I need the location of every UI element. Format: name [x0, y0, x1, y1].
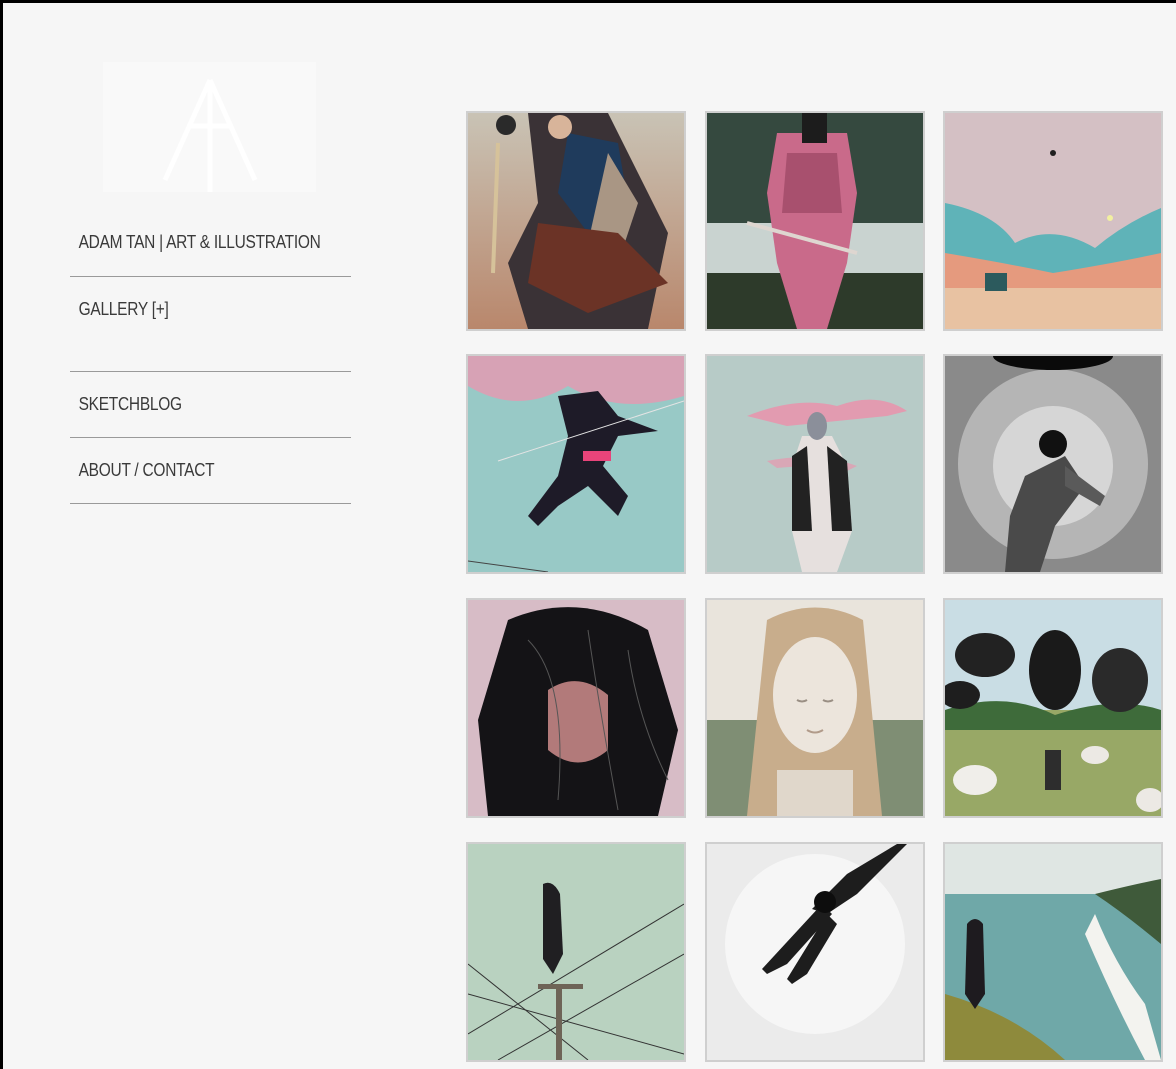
gallery-tile-dark-figure[interactable] — [943, 354, 1163, 574]
statue-face-painting — [707, 600, 923, 816]
gallery-tile-statue-face[interactable] — [705, 598, 925, 818]
nav-sketchblog-link[interactable]: SKETCHBLOG — [70, 394, 312, 415]
nav-divider — [70, 503, 351, 504]
site-logo[interactable] — [103, 62, 316, 192]
triangle-arrow-logo-icon — [162, 78, 258, 192]
dark-figure-painting — [945, 356, 1161, 572]
nav-home-link[interactable]: ADAM TAN | ART & ILLUSTRATION — [70, 232, 321, 253]
nav-divider — [70, 437, 351, 438]
nav-gallery-link[interactable]: GALLERY [+] — [70, 299, 312, 320]
powerline-figure-painting — [468, 844, 684, 1060]
nav-divider — [70, 371, 351, 372]
gallery-tile-dark-hair-portrait[interactable] — [466, 598, 686, 818]
nav-about-contact-link[interactable]: ABOUT / CONTACT — [70, 460, 312, 481]
armored-warrior-painting — [468, 113, 684, 329]
leaping-figure-painting — [468, 356, 684, 572]
pink-samurai-painting — [707, 113, 923, 329]
coastline-figure-painting — [945, 844, 1161, 1060]
gallery-tile-pink-samurai[interactable] — [705, 111, 925, 331]
standing-figure-painting — [707, 356, 923, 572]
gallery-tile-falling-figure[interactable] — [705, 842, 925, 1062]
gallery-tile-pastel-landscape[interactable] — [943, 111, 1163, 331]
gallery-tile-rugby-players[interactable] — [943, 598, 1163, 818]
window-top-edge — [0, 0, 1176, 3]
gallery-tile-armored-warrior[interactable] — [466, 111, 686, 331]
main-nav: ADAM TAN | ART & ILLUSTRATION GALLERY [+… — [70, 222, 351, 504]
pastel-landscape-painting — [945, 113, 1161, 329]
dark-hair-portrait-painting — [468, 600, 684, 816]
gallery-tile-leaping-figure[interactable] — [466, 354, 686, 574]
nav-divider — [70, 276, 351, 277]
gallery-tile-powerline-figure[interactable] — [466, 842, 686, 1062]
falling-figure-painting — [707, 844, 923, 1060]
gallery-tile-standing-figure[interactable] — [705, 354, 925, 574]
gallery-tile-coastline-figure[interactable] — [943, 842, 1163, 1062]
rugby-players-painting — [945, 600, 1161, 816]
window-left-edge — [0, 0, 3, 1069]
